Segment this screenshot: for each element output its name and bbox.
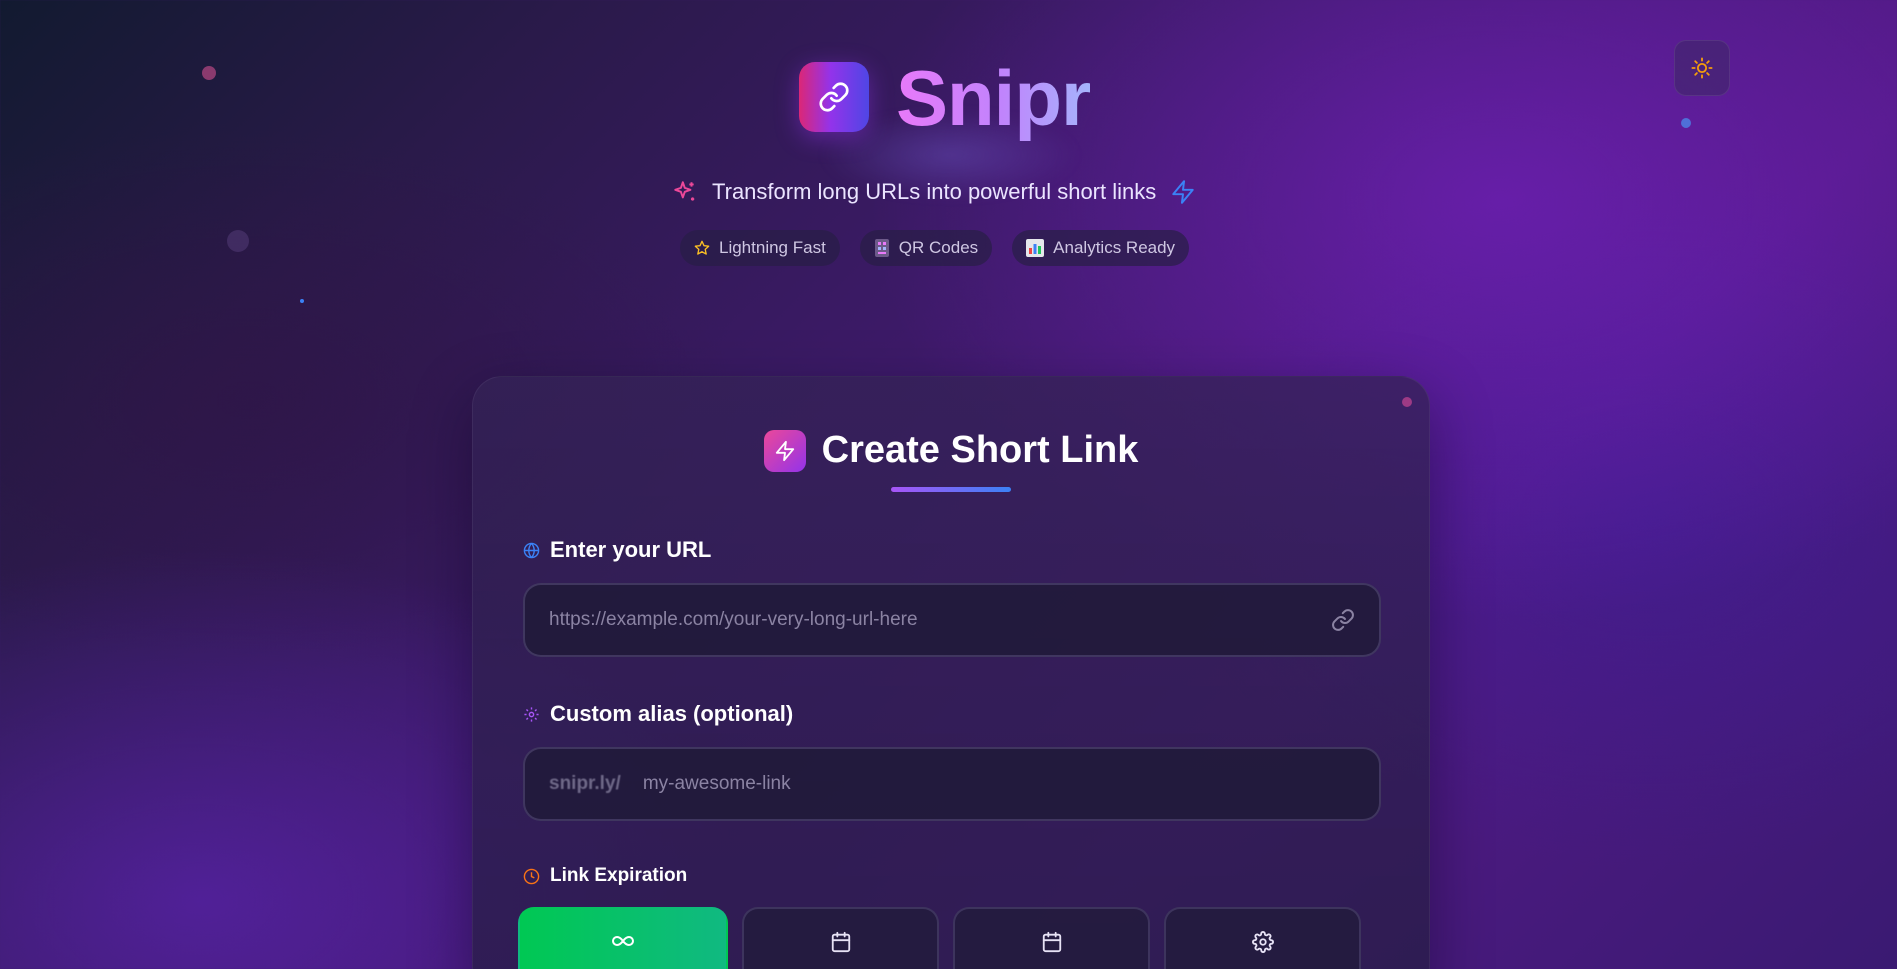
tagline-text: Transform long URLs into powerful short … xyxy=(712,179,1157,204)
zap-icon xyxy=(1172,180,1194,204)
alias-prefix: snipr.ly/ xyxy=(549,773,621,794)
expiration-label-text: Link Expiration xyxy=(550,865,688,886)
app-title: Snipr xyxy=(896,52,1091,146)
expiration-option-date[interactable] xyxy=(742,907,939,969)
calendar-icon xyxy=(1042,931,1061,953)
link-icon xyxy=(1332,609,1354,631)
background-particle xyxy=(300,299,304,303)
alias-input[interactable] xyxy=(642,773,1355,795)
alias-label-text: Custom alias (optional) xyxy=(550,701,794,726)
sparkles-icon xyxy=(674,181,695,201)
background-particle xyxy=(227,230,249,252)
card-header-badge xyxy=(763,429,806,472)
feature-pill: Analytics Ready xyxy=(1012,230,1190,266)
background-particle xyxy=(202,66,216,80)
url-label: Enter your URL xyxy=(523,537,711,563)
card-title: Create Short Link xyxy=(821,429,1139,471)
zap-icon xyxy=(775,440,794,461)
tagline: Transform long URLs into powerful short … xyxy=(672,176,1196,208)
logo xyxy=(799,62,869,132)
alias-field: snipr.ly/ xyxy=(523,747,1381,821)
url-field xyxy=(523,583,1381,657)
url-input[interactable] xyxy=(549,609,1331,631)
title-underline xyxy=(891,487,1011,492)
theme-toggle-button[interactable] xyxy=(1674,40,1730,96)
sun-icon xyxy=(1691,57,1713,79)
infinity-icon xyxy=(612,935,634,947)
expiration-option-date[interactable] xyxy=(953,907,1150,969)
create-link-card: Create Short Link Enter your URL Custom … xyxy=(472,376,1430,969)
feature-pill: Lightning Fast xyxy=(680,230,840,266)
clock-icon xyxy=(523,868,540,884)
bar-chart-icon xyxy=(1026,239,1045,257)
background-particle xyxy=(1681,118,1691,128)
expiration-option-custom[interactable] xyxy=(1164,907,1361,969)
card-header: Create Short Link xyxy=(473,429,1429,472)
feature-label: Lightning Fast xyxy=(719,238,826,257)
expiration-label: Link Expiration xyxy=(523,865,687,887)
qr-code-icon xyxy=(874,239,889,257)
feature-label: QR Codes xyxy=(898,238,979,257)
gear-icon xyxy=(1251,931,1274,953)
expiration-options xyxy=(518,907,1361,969)
gear-icon xyxy=(524,706,539,722)
alias-label: Custom alias (optional) xyxy=(523,701,793,727)
star-icon xyxy=(694,240,710,255)
expiration-option-never[interactable] xyxy=(518,907,728,969)
link-icon xyxy=(819,82,849,112)
globe-icon xyxy=(523,542,540,558)
feature-label: Analytics Ready xyxy=(1053,238,1176,257)
feature-pill: QR Codes xyxy=(859,230,993,266)
calendar-icon xyxy=(831,931,850,953)
feature-pills: Lightning Fast QR Codes Analytics Ready xyxy=(680,230,1190,266)
card-decoration-dot xyxy=(1402,397,1412,407)
url-label-text: Enter your URL xyxy=(550,537,712,562)
